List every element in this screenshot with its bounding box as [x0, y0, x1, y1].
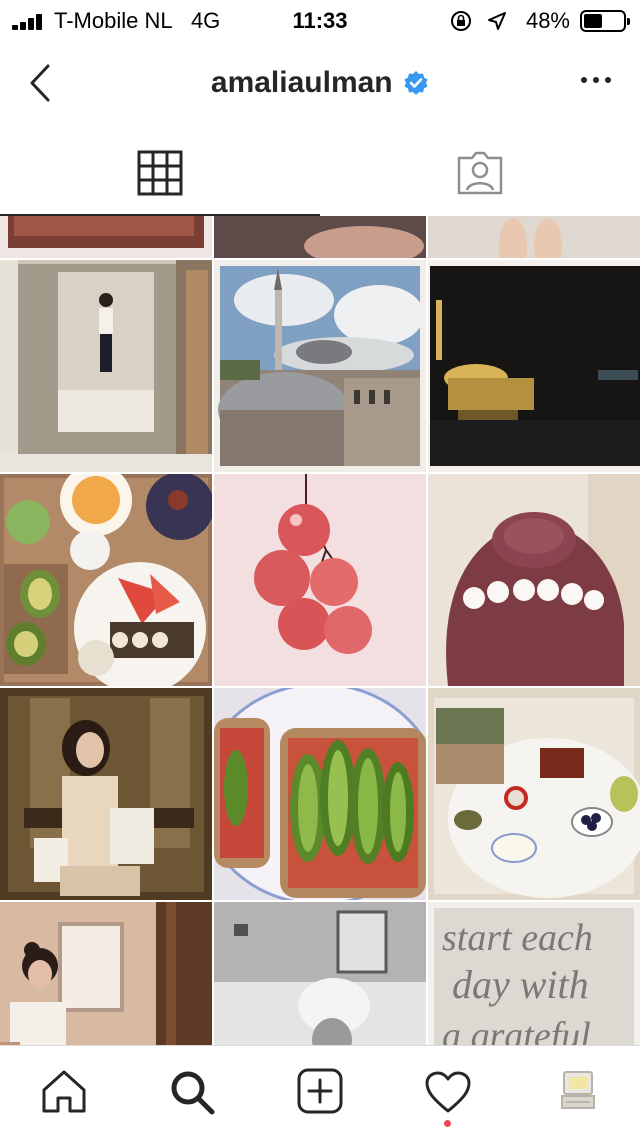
more-horizontal-icon[interactable]: [578, 70, 614, 90]
tab-search[interactable]: [128, 1046, 256, 1137]
post-thumbnail[interactable]: [428, 216, 640, 258]
battery-icon: [580, 10, 630, 32]
title-area: amaliaulman: [0, 66, 640, 100]
quote-line-2: day with: [452, 962, 589, 1007]
post-thumbnail[interactable]: [428, 474, 640, 686]
heart-icon: [425, 1071, 471, 1113]
tab-activity[interactable]: [384, 1046, 512, 1137]
post-thumbnail[interactable]: [214, 902, 426, 1045]
profile-tabs: [0, 126, 640, 216]
search-icon: [171, 1071, 215, 1115]
quote-line-3: a grateful: [442, 1015, 591, 1045]
post-thumbnail[interactable]: [428, 260, 640, 472]
profile-avatar-icon: [561, 1071, 595, 1109]
verified-badge-icon: [404, 71, 428, 95]
post-thumbnail[interactable]: [214, 260, 426, 472]
tab-new-post[interactable]: [256, 1046, 384, 1137]
post-thumbnail[interactable]: [214, 474, 426, 686]
post-thumbnail[interactable]: [0, 216, 212, 258]
profile-header: amaliaulman: [0, 42, 640, 126]
post-thumbnail[interactable]: [214, 216, 426, 258]
tagged-person-icon: [457, 151, 503, 195]
tab-profile[interactable]: [512, 1046, 640, 1137]
post-thumbnail[interactable]: [214, 688, 426, 900]
home-icon: [42, 1070, 86, 1113]
posts-grid: start each day with a grateful: [0, 216, 640, 1045]
post-thumbnail[interactable]: [0, 260, 212, 472]
tab-tagged[interactable]: [320, 126, 640, 216]
status-bar: T-Mobile NL 4G 11:33 48%: [0, 0, 640, 42]
post-thumbnail[interactable]: [428, 688, 640, 900]
post-thumbnail[interactable]: [0, 474, 212, 686]
notification-dot: [444, 1120, 451, 1127]
post-thumbnail[interactable]: [0, 902, 212, 1045]
grid-icon: [137, 150, 183, 196]
post-thumbnail[interactable]: [0, 688, 212, 900]
post-quote-thumbnail[interactable]: start each day with a grateful: [428, 902, 640, 1045]
profile-username[interactable]: amaliaulman: [211, 66, 393, 99]
quote-line-1: start each: [442, 917, 593, 959]
location-arrow-icon: [488, 12, 506, 30]
tab-home[interactable]: [0, 1046, 128, 1137]
battery-percent: 48%: [525, 8, 570, 33]
tab-grid[interactable]: [0, 126, 320, 216]
add-post-icon: [297, 1068, 343, 1114]
bottom-tab-bar: [0, 1045, 640, 1137]
orientation-lock-icon: [451, 11, 471, 31]
